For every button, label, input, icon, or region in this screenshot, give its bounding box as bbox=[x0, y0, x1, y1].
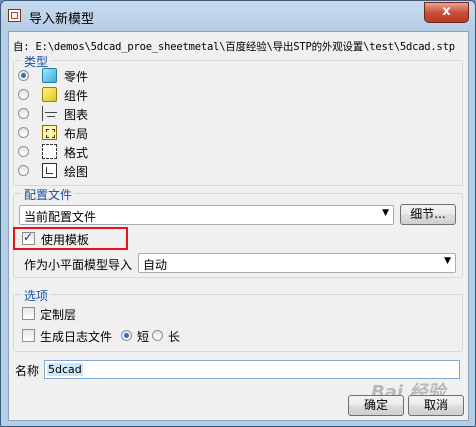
options-group-title: 选项 bbox=[22, 287, 51, 304]
import-new-model-dialog: 导入新模型 x 自: E:\demos\5dcad_proe_sheetmeta… bbox=[0, 0, 476, 427]
dialog-body: 自: E:\demos\5dcad_proe_sheetmetal\百度经验\导… bbox=[8, 31, 469, 421]
sketch-icon bbox=[42, 163, 57, 178]
use-template-label: 使用模板 bbox=[41, 233, 90, 247]
radio-button[interactable] bbox=[18, 146, 29, 157]
ok-button[interactable]: 确定 bbox=[348, 395, 404, 416]
name-input[interactable]: 5dcad bbox=[44, 360, 460, 379]
format-icon bbox=[42, 144, 57, 159]
details-button[interactable]: 细节... bbox=[400, 204, 456, 225]
type-group: 类型 零件 组件 图表 布局 格式 绘图 bbox=[13, 53, 463, 186]
log-file-checkbox[interactable] bbox=[22, 329, 35, 342]
type-option-label: 绘图 bbox=[64, 165, 89, 179]
layout-icon bbox=[42, 125, 57, 140]
type-option-label: 零件 bbox=[64, 70, 89, 84]
name-label: 名称 bbox=[15, 364, 40, 378]
diagram-icon bbox=[42, 106, 57, 121]
radio-button[interactable] bbox=[18, 108, 29, 119]
type-option-label: 图表 bbox=[64, 108, 89, 122]
name-input-value: 5dcad bbox=[47, 363, 83, 376]
log-long-radio[interactable] bbox=[152, 330, 163, 341]
custom-layer-checkbox[interactable] bbox=[22, 307, 35, 320]
dropdown-arrow-icon: ▼ bbox=[444, 256, 451, 266]
custom-layer-label: 定制层 bbox=[40, 308, 77, 322]
log-file-label: 生成日志文件 bbox=[40, 330, 113, 344]
radio-button[interactable] bbox=[18, 127, 29, 138]
profile-select-value: 当前配置文件 bbox=[24, 210, 97, 224]
use-template-checkbox[interactable] bbox=[22, 230, 35, 245]
radio-button[interactable] bbox=[18, 89, 29, 100]
type-option-label: 格式 bbox=[64, 146, 89, 160]
type-option-label: 组件 bbox=[64, 89, 89, 103]
close-button[interactable]: x bbox=[424, 2, 469, 23]
cancel-button[interactable]: 取消 bbox=[408, 395, 464, 416]
dropdown-arrow-icon: ▼ bbox=[382, 208, 389, 218]
app-icon bbox=[8, 9, 21, 22]
title-bar[interactable]: 导入新模型 x bbox=[1, 1, 475, 31]
radio-button[interactable] bbox=[18, 70, 29, 81]
import-as-facet-value: 自动 bbox=[143, 258, 168, 272]
source-path: 自: E:\demos\5dcad_proe_sheetmetal\百度经验\导… bbox=[13, 41, 455, 53]
assembly-icon bbox=[42, 87, 57, 102]
part-icon bbox=[42, 68, 57, 83]
import-as-facet-label: 作为小平面模型导入 bbox=[24, 258, 133, 272]
profile-group-title: 配置文件 bbox=[22, 186, 75, 203]
dialog-title: 导入新模型 bbox=[29, 12, 95, 27]
import-as-facet-select[interactable]: 自动 ▼ bbox=[138, 253, 456, 273]
log-short-label: 短 bbox=[137, 330, 150, 344]
log-short-radio[interactable] bbox=[121, 330, 132, 341]
type-option-label: 布局 bbox=[64, 127, 89, 141]
log-long-label: 长 bbox=[168, 330, 181, 344]
profile-select[interactable]: 当前配置文件 ▼ bbox=[19, 205, 394, 225]
radio-button[interactable] bbox=[18, 165, 29, 176]
